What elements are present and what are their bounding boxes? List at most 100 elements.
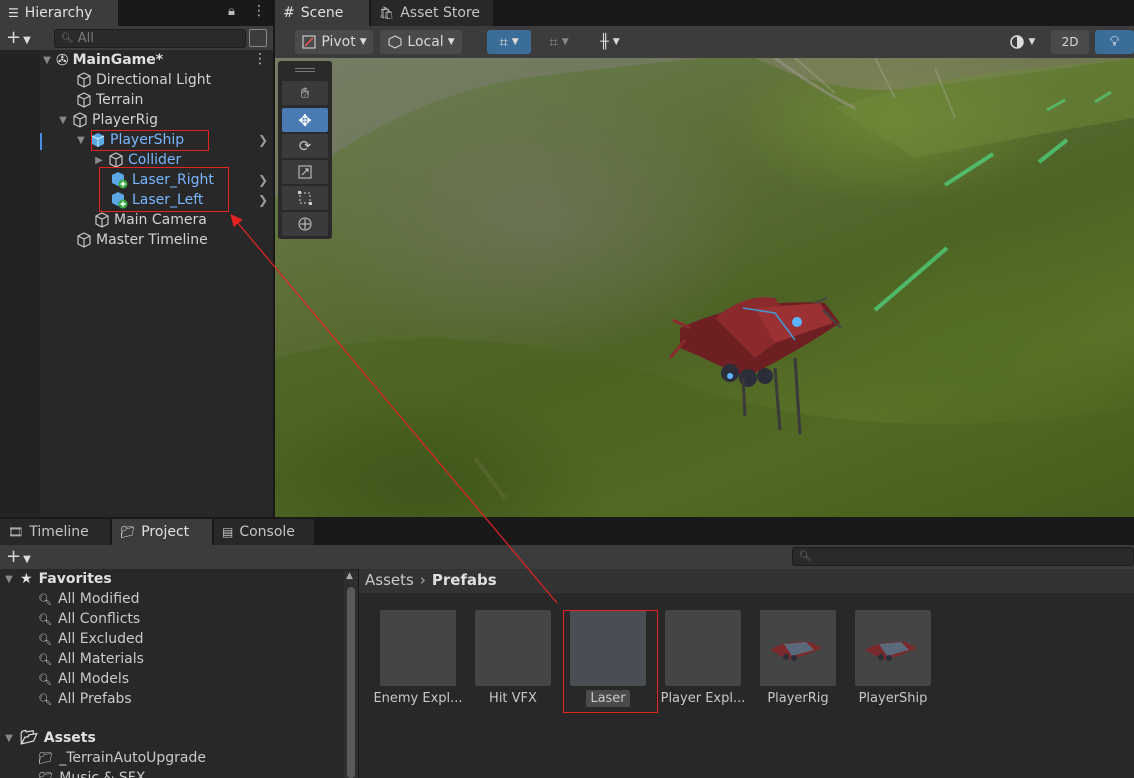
asset-item[interactable]: PlayerShip (848, 610, 938, 706)
scene-visibility-icon[interactable] (249, 29, 267, 47)
tab-hierarchy[interactable]: ☰ Hierarchy (0, 0, 118, 26)
lock-icon[interactable]: 🔒︎ (228, 4, 235, 19)
tab-project[interactable]: 📁︎ Project (112, 519, 212, 545)
asset-item-selected[interactable]: Laser (563, 610, 653, 707)
expand-arrow-icon[interactable]: ▼ (76, 135, 86, 146)
prefab-icon (90, 132, 106, 148)
assets-header[interactable]: ▼ 📂︎ Assets (4, 728, 96, 748)
asset-item[interactable]: Enemy Expl... (373, 610, 463, 706)
breadcrumb-prefabs[interactable]: Prefabs (432, 571, 497, 589)
scene-lighting-toggle[interactable]: 💡︎ (1095, 30, 1134, 54)
grid-snap-toggle[interactable]: ⌗ ▼ (487, 30, 531, 54)
lightbulb-icon: 💡︎ (1109, 34, 1120, 50)
hierarchy-item[interactable]: Terrain (76, 90, 143, 110)
search-icon: 🔍︎ (38, 652, 52, 666)
expand-arrow-icon[interactable]: ▼ (58, 115, 68, 126)
tree-divider[interactable] (358, 569, 359, 778)
create-asset-button[interactable]: + ▼ (6, 546, 31, 567)
create-button[interactable]: + ▼ (6, 27, 31, 48)
draw-mode-dropdown[interactable]: ▼ (999, 30, 1045, 54)
asset-label: Hit VFX (489, 691, 537, 706)
increment-snap-toggle[interactable]: ⌗ ▼ (537, 30, 581, 54)
hierarchy-item[interactable]: Master Timeline (76, 230, 208, 250)
gameobject-icon (76, 72, 92, 88)
scroll-up-icon[interactable]: ▲ (346, 571, 353, 581)
search-icon: 🔍︎ (38, 632, 52, 646)
toggle-2d-button[interactable]: 2D (1051, 30, 1089, 54)
favorite-item[interactable]: 🔍︎ All Modified (38, 589, 140, 609)
asset-label: PlayerShip (858, 691, 928, 706)
rect-tool-button[interactable] (282, 186, 328, 210)
grid-snap-icon: ⌗ (499, 33, 508, 51)
expand-arrow-icon[interactable]: ▶ (94, 155, 104, 166)
tab-timeline-label: Timeline (29, 524, 89, 540)
expand-arrow-icon[interactable]: ▼ (4, 733, 14, 744)
hierarchy-item-label: Collider (128, 152, 182, 168)
favorite-item[interactable]: 🔍︎ All Excluded (38, 629, 144, 649)
chevron-right-icon[interactable]: ❯ (258, 193, 268, 207)
favorite-label: All Prefabs (57, 691, 132, 707)
asset-item[interactable]: Hit VFX (468, 610, 558, 706)
scale-tool-button[interactable] (282, 160, 328, 184)
asset-thumbnail (475, 610, 551, 686)
scene-viewport[interactable]: ✋︎ ✥ ⟳ (275, 58, 1134, 517)
scene-menu-icon[interactable]: ⋮ (253, 51, 267, 67)
asset-label: Player Expl... (660, 691, 746, 706)
local-dropdown[interactable]: Local ▼ (380, 30, 462, 54)
hand-tool-button[interactable]: ✋︎ (282, 81, 328, 105)
unity-scene-icon: ✇ (56, 51, 69, 69)
pivot-icon (301, 34, 317, 50)
folder-item[interactable]: 📁︎ _TerrainAutoUpgrade (38, 748, 206, 768)
hierarchy-item[interactable]: ▶ Collider (94, 150, 181, 170)
hierarchy-item[interactable]: Laser_Left (110, 190, 203, 210)
asset-item[interactable]: PlayerRig (753, 610, 843, 706)
ship-thumbnail-icon (865, 641, 917, 661)
tab-hierarchy-label: Hierarchy (24, 5, 93, 21)
asset-thumbnail (380, 610, 456, 686)
asset-item[interactable]: Player Expl... (658, 610, 748, 706)
pivot-dropdown[interactable]: Pivot ▼ (295, 30, 373, 54)
favorite-item[interactable]: 🔍︎ All Materials (38, 649, 144, 669)
hierarchy-item[interactable]: Main Camera (94, 210, 207, 230)
rotate-tool-button[interactable]: ⟳ (282, 134, 328, 158)
ruler-dropdown[interactable]: ╫ ▼ (587, 30, 633, 54)
expand-arrow-icon[interactable]: ▼ (42, 55, 52, 66)
overlay-drag-handle[interactable] (295, 68, 315, 72)
tab-console[interactable]: ▤ Console (214, 519, 314, 545)
transform-icon (297, 216, 313, 232)
favorite-item[interactable]: 🔍︎ All Prefabs (38, 689, 132, 709)
favorites-header[interactable]: ▼ ★ Favorites (4, 569, 112, 589)
chevron-right-icon[interactable]: ❯ (258, 133, 268, 147)
tab-asset-store[interactable]: 🛍︎ Asset Store (371, 0, 493, 26)
hierarchy-search-input[interactable]: 🔍︎ All (54, 29, 246, 48)
hierarchy-item[interactable]: Directional Light (76, 70, 211, 90)
asset-label: Laser (586, 690, 630, 707)
folder-item[interactable]: 📁︎ Music & SFX (38, 768, 145, 778)
asset-thumbnail (855, 610, 931, 686)
search-icon: 🔍︎ (38, 612, 52, 626)
hierarchy-item[interactable]: Laser_Right (110, 170, 214, 190)
project-search-input[interactable]: 🔍︎ (792, 547, 1134, 566)
hierarchy-gutter (0, 50, 40, 517)
more-options-icon[interactable]: ⋮ (252, 3, 266, 19)
tree-scrollbar[interactable]: ▲ (344, 571, 358, 778)
search-icon: 🔍︎ (38, 692, 52, 706)
favorite-item[interactable]: 🔍︎ All Conflicts (38, 609, 140, 629)
chevron-right-icon[interactable]: ❯ (258, 173, 268, 187)
tab-scene[interactable]: # Scene (275, 0, 369, 26)
mode-2d-label: 2D (1061, 35, 1079, 49)
hierarchy-item[interactable]: ▼ PlayerRig (58, 110, 158, 130)
expand-arrow-icon[interactable]: ▼ (4, 574, 14, 585)
breadcrumb-assets[interactable]: Assets (365, 571, 414, 589)
project-tabbar: 🎞︎ Timeline 📁︎ Project ▤ Console (0, 519, 1134, 545)
move-tool-button[interactable]: ✥ (282, 108, 328, 132)
scene-name: MainGame* (72, 52, 164, 68)
tab-console-label: Console (239, 524, 295, 540)
scene-root-row[interactable]: ▼ ✇ MainGame* (42, 50, 163, 70)
hierarchy-item-selected[interactable]: ▼ PlayerShip (76, 130, 184, 150)
transform-tool-button[interactable] (282, 212, 328, 236)
tab-timeline[interactable]: 🎞︎ Timeline (0, 519, 110, 545)
search-icon: 🔍︎ (799, 551, 812, 562)
scrollbar-thumb[interactable] (347, 587, 355, 778)
favorite-item[interactable]: 🔍︎ All Models (38, 669, 129, 689)
